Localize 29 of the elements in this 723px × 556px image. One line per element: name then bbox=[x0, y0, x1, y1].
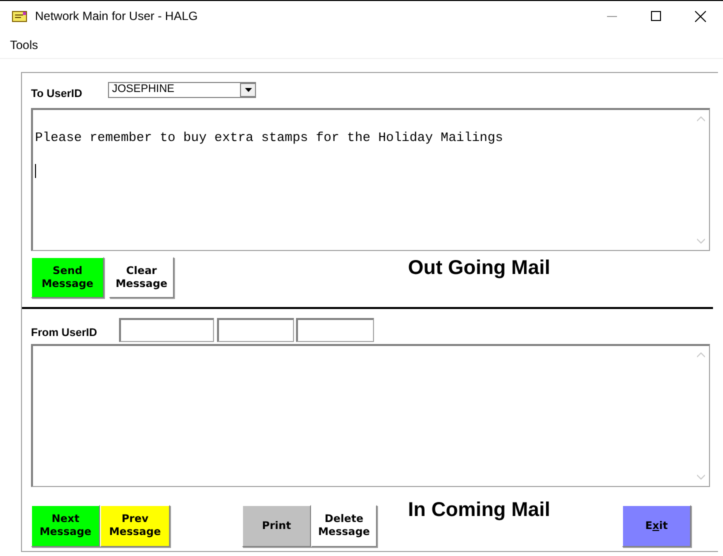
close-icon[interactable] bbox=[695, 10, 706, 22]
message-field[interactable] bbox=[31, 344, 710, 487]
user-field[interactable] bbox=[296, 318, 374, 342]
field-label: From UserID bbox=[31, 327, 98, 339]
maximize-icon[interactable] bbox=[651, 10, 661, 20]
action-button[interactable]: Clear Message bbox=[109, 257, 174, 298]
section-caption: In Coming Mail bbox=[408, 499, 552, 522]
action-button[interactable]: Exit bbox=[622, 505, 691, 547]
scroll-up-icon[interactable] bbox=[696, 116, 704, 122]
user-field[interactable] bbox=[217, 318, 294, 342]
scroll-down-icon[interactable] bbox=[696, 238, 704, 244]
user-field[interactable] bbox=[119, 318, 214, 342]
action-button[interactable]: Send Message bbox=[31, 257, 104, 298]
user-dropdown[interactable]: JOSEPHINE bbox=[108, 82, 256, 98]
action-button[interactable]: Next Message bbox=[31, 505, 100, 547]
section-caption: Out Going Mail bbox=[408, 257, 550, 280]
window-title: Network Main for User - HALG bbox=[35, 9, 199, 23]
action-button[interactable]: Delete Message bbox=[311, 505, 377, 547]
scroll-down-icon[interactable] bbox=[696, 474, 704, 480]
caret-icon bbox=[244, 88, 252, 92]
action-button[interactable]: Prev Message bbox=[100, 505, 170, 547]
message-field[interactable]: Please remember to buy extra stamps for the Holiday Mailings bbox=[31, 108, 710, 251]
scroll-up-icon[interactable] bbox=[696, 352, 704, 358]
dropdown-value: JOSEPHINE bbox=[111, 83, 176, 97]
action-button[interactable]: Print bbox=[242, 505, 311, 547]
field-label: To UserID bbox=[31, 88, 84, 100]
mail-icon bbox=[12, 10, 27, 22]
message-text: Please remember to buy extra stamps for the Holiday Mailings bbox=[35, 130, 504, 145]
menu-item[interactable]: Tools bbox=[10, 38, 38, 52]
